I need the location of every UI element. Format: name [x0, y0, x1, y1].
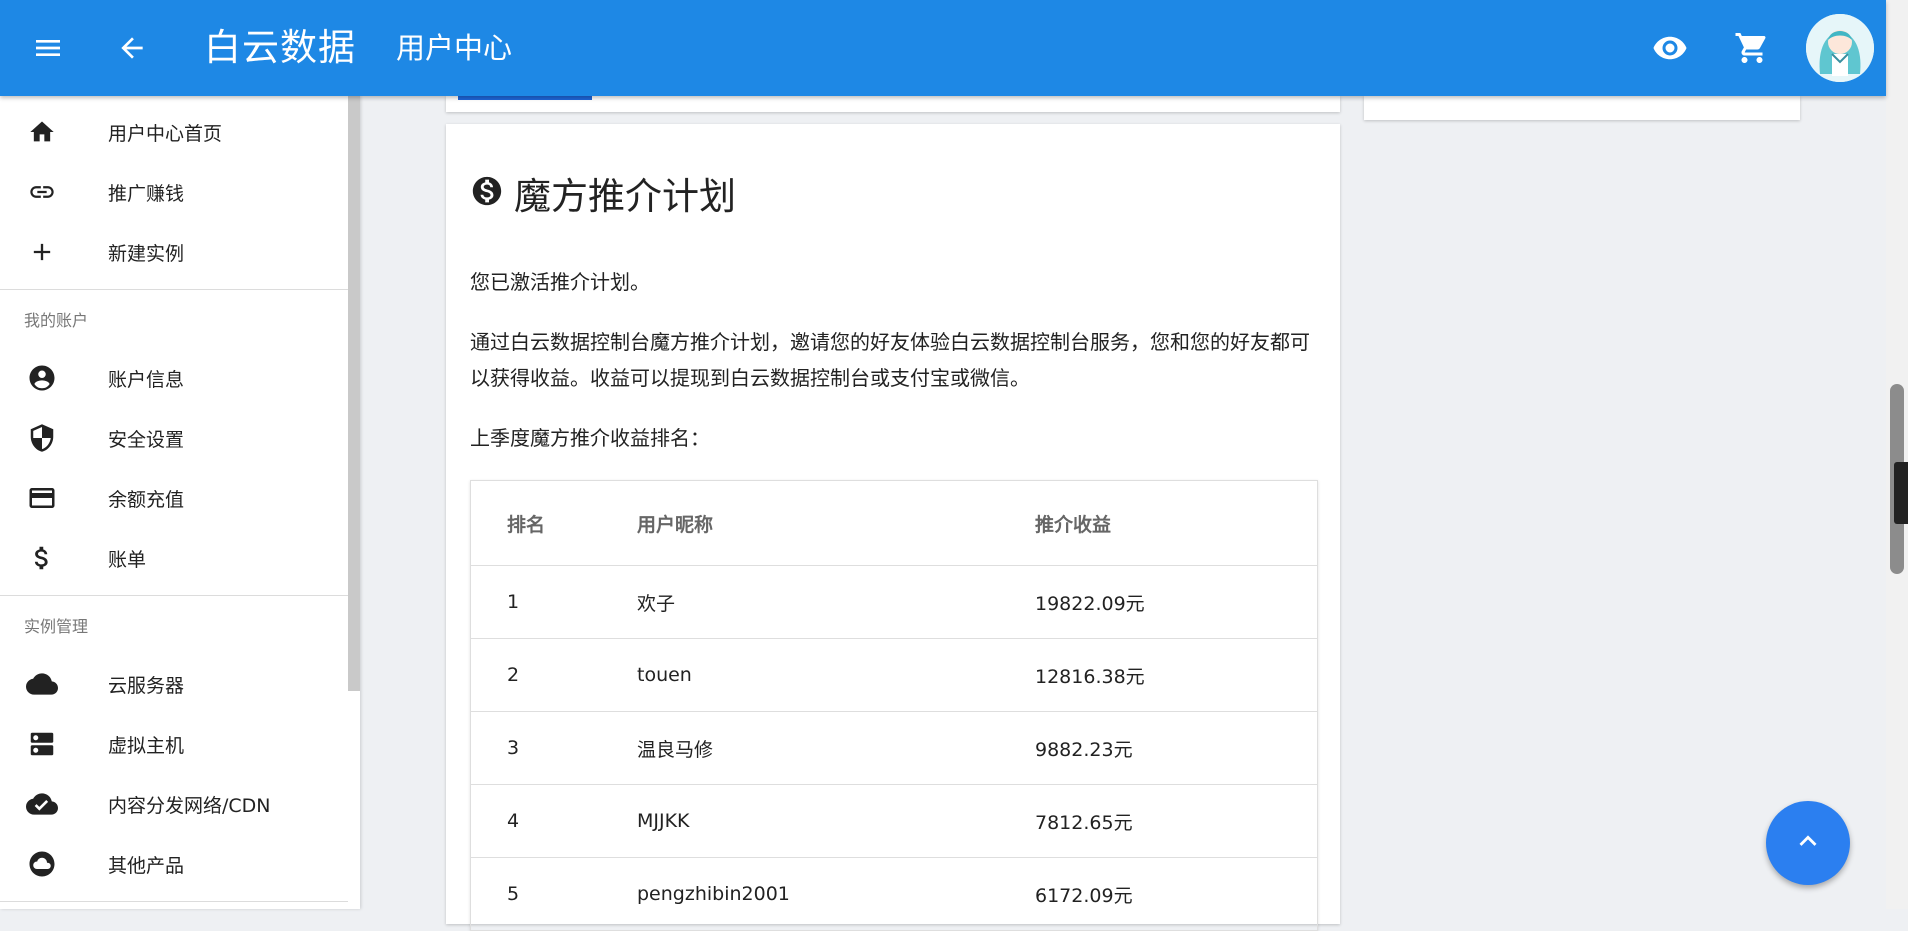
shield-icon [24, 420, 60, 456]
card-title-text: 魔方推介计划 [514, 175, 736, 218]
home-icon [24, 114, 60, 150]
arrow-back-icon[interactable] [108, 24, 156, 72]
brand-title[interactable]: 白云数据 [204, 22, 356, 74]
nickname-cell: pengzhibin2001 [637, 883, 790, 905]
menu-icon[interactable] [24, 24, 72, 72]
sidebar: 用户中心首页 推广赚钱 新建实例 我的账户 账户信息 安全设置 余额充值 账单 … [0, 96, 360, 909]
sidebar-item-label: 推广赚钱 [108, 182, 185, 205]
ranking-intro: 上季度魔方推介收益排名： [470, 426, 710, 450]
sidebar-item-virtual-host[interactable]: 虚拟主机 [0, 716, 348, 772]
rank-cell: 1 [507, 591, 520, 613]
nickname-cell: 欢子 [637, 592, 676, 615]
server-icon [24, 726, 60, 762]
app-bar: 白云数据 用户中心 [0, 0, 1886, 96]
cloud-check-icon [24, 786, 60, 822]
cart-icon[interactable] [1728, 24, 1776, 72]
avatar[interactable] [1806, 14, 1874, 82]
cloud-outline-icon [24, 846, 60, 882]
sidebar-divider [0, 595, 348, 596]
sidebar-item-label: 虚拟主机 [108, 734, 185, 757]
sidebar-divider [0, 289, 348, 290]
sidebar-section-account: 我的账户 [24, 311, 89, 330]
earnings-cell: 6172.09元 [1035, 884, 1133, 907]
table-row: 2 touen 12816.38元 [471, 639, 1317, 712]
eye-icon[interactable] [1646, 24, 1694, 72]
sidebar-divider [0, 901, 348, 902]
monetization-icon [470, 174, 504, 212]
rank-cell: 2 [507, 664, 520, 686]
sidebar-item-label: 用户中心首页 [108, 122, 223, 145]
sidebar-item-label: 账户信息 [108, 368, 185, 391]
table-row: 4 MJJKK 7812.65元 [471, 785, 1317, 858]
nickname-cell: MJJKK [637, 810, 690, 832]
referral-card: 魔方推介计划 您已激活推介计划。 通过白云数据控制台魔方推介计划，邀请您的好友体… [446, 124, 1340, 931]
page-scrollbar[interactable] [1886, 0, 1908, 909]
sidebar-item-label: 云服务器 [108, 674, 185, 697]
sidebar-item-cloud-server[interactable]: 云服务器 [0, 656, 348, 712]
nickname-cell: touen [637, 664, 692, 686]
sidebar-item-new-instance[interactable]: 新建实例 [0, 224, 348, 280]
rank-cell: 3 [507, 737, 520, 759]
account-circle-icon [24, 360, 60, 396]
sidebar-item-label: 其他产品 [108, 854, 185, 877]
table-row: 1 欢子 19822.09元 [471, 566, 1317, 639]
previous-card [446, 96, 1340, 112]
sidebar-item-label: 新建实例 [108, 242, 185, 265]
earnings-cell: 9882.23元 [1035, 738, 1133, 761]
activation-status: 您已激活推介计划。 [470, 270, 650, 294]
earnings-cell: 12816.38元 [1035, 665, 1145, 688]
sidebar-item-other-products[interactable]: 其他产品 [0, 836, 348, 892]
edge-tab[interactable] [1894, 462, 1908, 524]
table-row: 5 pengzhibin2001 6172.09元 [471, 858, 1317, 931]
sidebar-item-label: 余额充值 [108, 488, 185, 511]
table-header-row: 排名 用户昵称 推介收益 [471, 481, 1317, 566]
sidebar-item-label: 内容分发网络/CDN [108, 794, 271, 817]
column-header-earnings[interactable]: 推介收益 [1035, 481, 1111, 565]
side-card [1364, 96, 1800, 120]
back-to-top-button[interactable] [1766, 801, 1850, 885]
sidebar-item-label: 账单 [108, 548, 147, 571]
link-icon [24, 174, 60, 210]
sidebar-item-security[interactable]: 安全设置 [0, 410, 348, 466]
nickname-cell: 温良马修 [637, 738, 714, 761]
sidebar-item-referral[interactable]: 推广赚钱 [0, 164, 348, 220]
rank-cell: 5 [507, 883, 520, 905]
ranking-table: 排名 用户昵称 推介收益 1 欢子 19822.09元 2 touen 1281… [470, 480, 1318, 931]
sidebar-scrollbar[interactable] [348, 96, 360, 691]
rank-cell: 4 [507, 810, 520, 832]
credit-card-icon [24, 480, 60, 516]
sidebar-section-instances: 实例管理 [24, 617, 89, 636]
sidebar-item-cdn[interactable]: 内容分发网络/CDN [0, 776, 348, 832]
dollar-icon [24, 540, 60, 576]
sidebar-item-home[interactable]: 用户中心首页 [0, 104, 348, 160]
sidebar-item-recharge[interactable]: 余额充值 [0, 470, 348, 526]
page-title: 用户中心 [396, 31, 513, 65]
sidebar-item-label: 安全设置 [108, 428, 185, 451]
table-row: 3 温良马修 9882.23元 [471, 712, 1317, 785]
program-description: 通过白云数据控制台魔方推介计划，邀请您的好友体验白云数据控制台服务，您和您的好友… [470, 330, 1310, 390]
earnings-cell: 19822.09元 [1035, 592, 1145, 615]
column-header-rank[interactable]: 排名 [507, 481, 545, 565]
earnings-cell: 7812.65元 [1035, 811, 1133, 834]
cloud-icon [24, 666, 60, 702]
plus-icon [24, 234, 60, 270]
card-title: 魔方推介计划 [470, 166, 736, 220]
column-header-nickname[interactable]: 用户昵称 [637, 481, 713, 565]
previous-card-button[interactable] [458, 96, 592, 100]
sidebar-item-account-info[interactable]: 账户信息 [0, 350, 348, 406]
sidebar-item-bills[interactable]: 账单 [0, 530, 348, 586]
chevron-up-icon [1791, 824, 1825, 862]
